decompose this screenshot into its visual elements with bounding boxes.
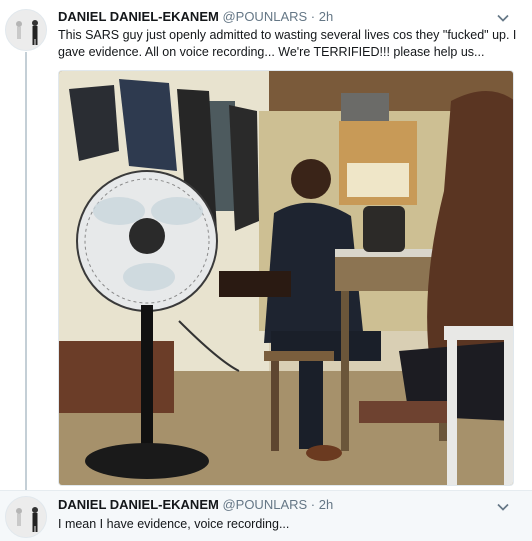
photo-icon: [59, 71, 513, 485]
tweet-text: This SARS guy just openly admitted to wa…: [58, 28, 517, 59]
user-handle[interactable]: @POUNLARS: [222, 497, 307, 512]
avatar-image: [6, 497, 46, 537]
display-name[interactable]: DANIEL DANIEL-EKANEM: [58, 497, 219, 512]
tweet-photo[interactable]: [58, 70, 514, 486]
tweet[interactable]: DANIEL DANIEL-EKANEM @POUNLARS · 2h This…: [0, 0, 532, 490]
meta-separator: ·: [310, 497, 316, 512]
avatar[interactable]: [5, 9, 47, 51]
thread-connector-line: [25, 52, 27, 490]
tweet-header: DANIEL DANIEL-EKANEM @POUNLARS · 2h: [58, 9, 333, 24]
chevron-down-icon[interactable]: [496, 10, 510, 22]
timestamp[interactable]: 2h: [319, 497, 333, 512]
chevron-down-icon[interactable]: [496, 499, 510, 511]
user-handle[interactable]: @POUNLARS: [222, 9, 307, 24]
display-name[interactable]: DANIEL DANIEL-EKANEM: [58, 9, 219, 24]
tweet[interactable]: DANIEL DANIEL-EKANEM @POUNLARS · 2h I me…: [0, 490, 532, 541]
avatar-image: [6, 10, 46, 50]
avatar[interactable]: [5, 496, 47, 538]
timestamp[interactable]: 2h: [319, 9, 333, 24]
tweet-header: DANIEL DANIEL-EKANEM @POUNLARS · 2h: [58, 497, 333, 512]
tweet-text: I mean I have evidence, voice recording.…: [58, 517, 290, 531]
meta-separator: ·: [310, 9, 316, 24]
